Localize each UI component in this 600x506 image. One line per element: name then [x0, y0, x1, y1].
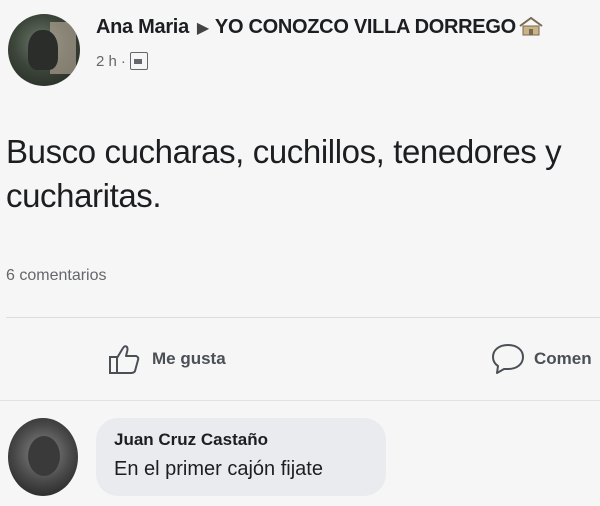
like-label: Me gusta	[152, 349, 226, 368]
action-bar: Me gusta Comen	[0, 330, 600, 390]
comment-label: Comen	[534, 349, 592, 368]
thumbs-up-icon	[109, 345, 140, 374]
comment-count[interactable]: 6 comentarios	[6, 267, 107, 285]
post-text: Busco cucharas, cuchillos, tenedores y c…	[6, 133, 562, 214]
post-meta: 2 h ·	[96, 52, 148, 70]
divider	[0, 400, 600, 401]
comment-button[interactable]: Comen	[490, 342, 592, 376]
divider	[6, 317, 600, 318]
like-button[interactable]: Me gusta	[108, 342, 226, 376]
post-time[interactable]: 2 h	[96, 53, 117, 70]
author-avatar[interactable]	[8, 14, 80, 86]
comment-text: En el primer cajón fijate	[114, 458, 323, 480]
group-name[interactable]: YO CONOZCO VILLA DORREGO	[215, 16, 516, 38]
post-header: Ana Maria ▶ YO CONOZCO VILLA DORREGO 2 h ·	[0, 0, 600, 100]
author-name[interactable]: Ana Maria	[96, 16, 189, 38]
comment-item: Juan Cruz Castaño En el primer cajón fij…	[0, 408, 600, 506]
author-line: Ana Maria ▶ YO CONOZCO VILLA DORREGO	[96, 16, 544, 39]
commenter-name[interactable]: Juan Cruz Castaño	[114, 430, 268, 450]
comment-icon	[492, 344, 524, 374]
arrow-right-icon: ▶	[196, 20, 209, 37]
house-icon	[519, 16, 543, 36]
commenter-avatar[interactable]	[8, 418, 78, 496]
globe-icon	[129, 52, 148, 70]
comment-bubble: Juan Cruz Castaño En el primer cajón fij…	[96, 418, 386, 496]
